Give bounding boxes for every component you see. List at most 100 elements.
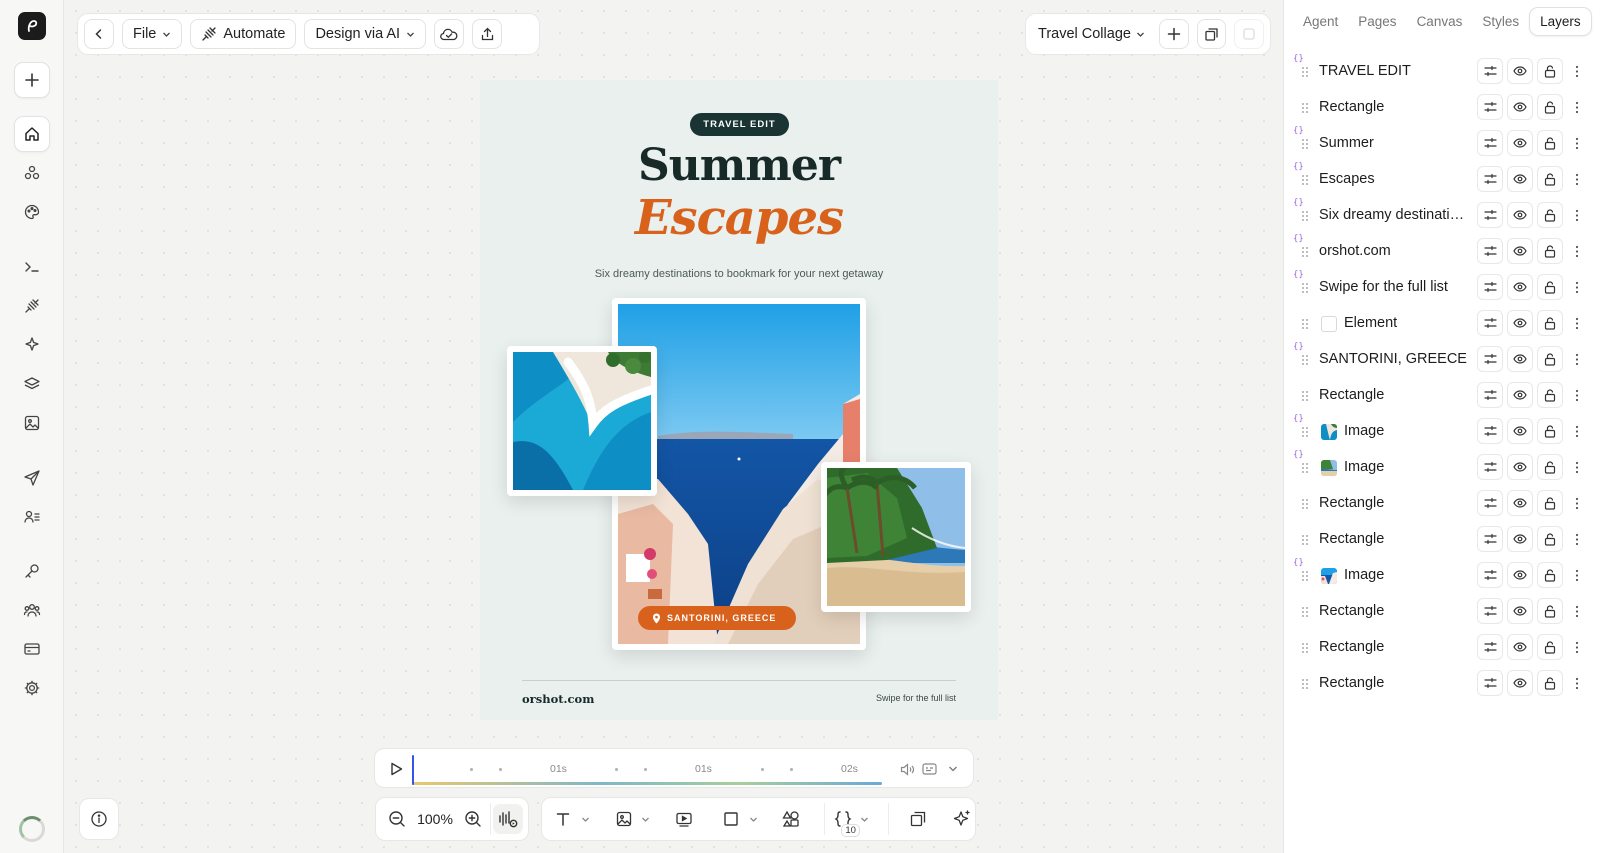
layer-adjust-button[interactable]: [1477, 130, 1503, 156]
layer-name[interactable]: Rectangle: [1319, 531, 1471, 547]
layer-more-button[interactable]: [1567, 670, 1587, 696]
arrange-button[interactable]: [904, 804, 931, 834]
layer-adjust-button[interactable]: [1477, 670, 1503, 696]
layer-row[interactable]: {} SANTORINI, GREECE: [1284, 341, 1600, 377]
layer-more-button[interactable]: [1567, 598, 1587, 624]
layer-name[interactable]: Rectangle: [1319, 387, 1471, 403]
layer-name[interactable]: Six dreamy destinations to bookmark for …: [1319, 207, 1471, 223]
layer-row[interactable]: {} Swipe for the full list: [1284, 269, 1600, 305]
components-icon[interactable]: [14, 155, 50, 191]
layer-adjust-button[interactable]: [1477, 94, 1503, 120]
layer-visibility-button[interactable]: [1507, 562, 1533, 588]
layer-name[interactable]: Rectangle: [1319, 675, 1471, 691]
design-via-ai-button[interactable]: Design via AI: [304, 19, 427, 49]
layer-lock-button[interactable]: [1537, 166, 1563, 192]
ai-sparkle-icon[interactable]: [14, 327, 50, 363]
layer-row[interactable]: {} Image: [1284, 557, 1600, 593]
layer-visibility-button[interactable]: [1507, 598, 1533, 624]
layer-adjust-button[interactable]: [1477, 598, 1503, 624]
layer-more-button[interactable]: [1567, 454, 1587, 480]
drag-handle-icon[interactable]: [1301, 390, 1309, 402]
layer-name[interactable]: SANTORINI, GREECE: [1319, 351, 1471, 367]
palette-icon[interactable]: [14, 194, 50, 230]
zoom-in-button[interactable]: [458, 804, 488, 834]
layer-more-button[interactable]: [1567, 202, 1587, 228]
tab-pages[interactable]: Pages: [1348, 8, 1406, 35]
swipe-caption[interactable]: Swipe for the full list: [876, 693, 956, 703]
layer-lock-button[interactable]: [1537, 238, 1563, 264]
layer-more-button[interactable]: [1567, 418, 1587, 444]
drag-handle-icon[interactable]: [1301, 462, 1309, 474]
shape-tool-button[interactable]: [718, 804, 745, 834]
text-tool-dropdown[interactable]: [581, 815, 590, 824]
layer-visibility-button[interactable]: [1507, 202, 1533, 228]
layer-adjust-button[interactable]: [1477, 58, 1503, 84]
tab-agent[interactable]: Agent: [1293, 8, 1348, 35]
info-button[interactable]: [79, 798, 119, 840]
drag-handle-icon[interactable]: [1301, 354, 1309, 366]
captions-button[interactable]: [921, 761, 937, 777]
back-button[interactable]: [84, 19, 114, 49]
zoom-out-button[interactable]: [382, 804, 412, 834]
drag-handle-icon[interactable]: [1301, 606, 1309, 618]
tab-layers[interactable]: Layers: [1529, 6, 1592, 36]
export-button[interactable]: [472, 19, 503, 49]
layer-name[interactable]: orshot.com: [1319, 243, 1471, 259]
layer-adjust-button[interactable]: [1477, 634, 1503, 660]
layer-more-button[interactable]: [1567, 274, 1587, 300]
layer-name[interactable]: Escapes: [1319, 171, 1471, 187]
video-tool-button[interactable]: [671, 804, 698, 834]
site-url[interactable]: orshot.com: [522, 692, 594, 706]
file-menu-button[interactable]: File: [122, 19, 183, 49]
layer-adjust-button[interactable]: [1477, 418, 1503, 444]
drag-handle-icon[interactable]: [1301, 174, 1309, 186]
artboard[interactable]: TRAVEL EDIT Summer Escapes Six dreamy de…: [480, 80, 998, 720]
layer-adjust-button[interactable]: [1477, 562, 1503, 588]
app-logo-icon[interactable]: [18, 12, 46, 40]
layer-name[interactable]: Element: [1344, 315, 1472, 331]
timeline-collapse-button[interactable]: [945, 761, 961, 777]
tab-styles[interactable]: Styles: [1472, 8, 1529, 35]
layer-visibility-button[interactable]: [1507, 418, 1533, 444]
contacts-icon[interactable]: [14, 499, 50, 535]
drag-handle-icon[interactable]: [1301, 102, 1309, 114]
layer-visibility-button[interactable]: [1507, 130, 1533, 156]
home-icon[interactable]: [14, 116, 50, 152]
text-tool-button[interactable]: [550, 804, 577, 834]
layer-row[interactable]: {} Image: [1284, 449, 1600, 485]
drag-handle-icon[interactable]: [1301, 282, 1309, 294]
layer-more-button[interactable]: [1567, 238, 1587, 264]
cloud-sync-button[interactable]: [434, 19, 465, 49]
integrations-icon[interactable]: [14, 288, 50, 324]
audio-button[interactable]: [493, 804, 523, 834]
billing-card-icon[interactable]: [14, 631, 50, 667]
delete-page-button[interactable]: [1234, 19, 1265, 49]
drag-handle-icon[interactable]: [1301, 534, 1309, 546]
canvas-area[interactable]: TRAVEL EDIT Summer Escapes Six dreamy de…: [65, 0, 1283, 853]
image-tool-dropdown[interactable]: [641, 815, 650, 824]
layer-lock-button[interactable]: [1537, 526, 1563, 552]
layer-adjust-button[interactable]: [1477, 202, 1503, 228]
drag-handle-icon[interactable]: [1301, 678, 1309, 690]
layer-name[interactable]: Summer: [1319, 135, 1471, 151]
layer-lock-button[interactable]: [1537, 598, 1563, 624]
layer-name[interactable]: Image: [1344, 423, 1472, 439]
layer-adjust-button[interactable]: [1477, 274, 1503, 300]
layer-adjust-button[interactable]: [1477, 166, 1503, 192]
terminal-icon[interactable]: [14, 249, 50, 285]
layer-lock-button[interactable]: [1537, 382, 1563, 408]
layer-more-button[interactable]: [1567, 310, 1587, 336]
layer-row[interactable]: Element: [1284, 305, 1600, 341]
layer-more-button[interactable]: [1567, 130, 1587, 156]
ocean-image[interactable]: [507, 346, 657, 496]
layer-lock-button[interactable]: [1537, 634, 1563, 660]
layer-more-button[interactable]: [1567, 562, 1587, 588]
layer-row[interactable]: {} Six dreamy destinations to bookmark fo…: [1284, 197, 1600, 233]
layer-lock-button[interactable]: [1537, 454, 1563, 480]
variables-dropdown[interactable]: [860, 815, 869, 824]
layer-more-button[interactable]: [1567, 490, 1587, 516]
layer-lock-button[interactable]: [1537, 58, 1563, 84]
drag-handle-icon[interactable]: [1301, 426, 1309, 438]
layer-name[interactable]: Image: [1344, 459, 1472, 475]
layer-lock-button[interactable]: [1537, 670, 1563, 696]
